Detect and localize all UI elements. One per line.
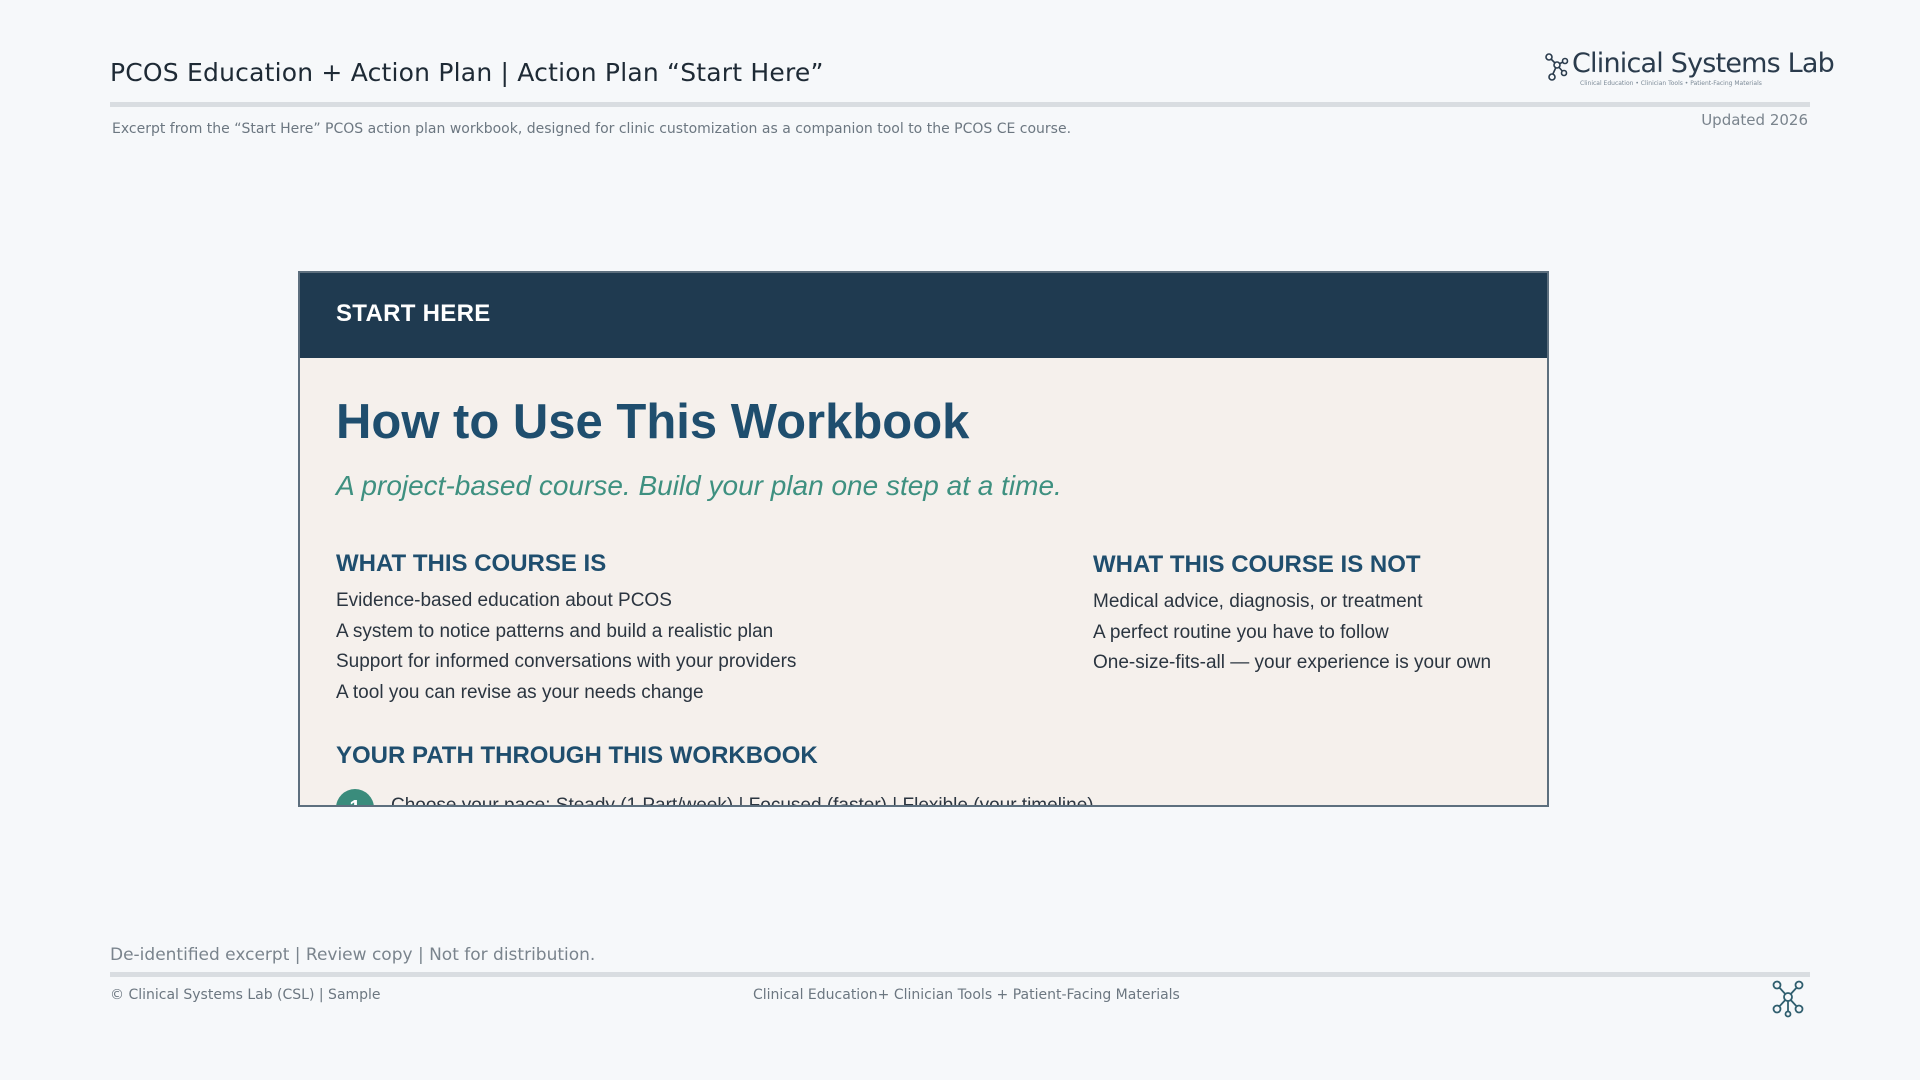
header-divider <box>110 102 1810 107</box>
path-heading: YOUR PATH THROUGH THIS WORKBOOK <box>336 742 818 769</box>
course-is-not-list: Medical advice, diagnosis, or treatment … <box>1093 587 1491 679</box>
footer-note: De-identified excerpt | Review copy | No… <box>110 945 596 965</box>
logo-tagline: Clinical Education • Clinician Tools • P… <box>1580 80 1762 87</box>
workbook-excerpt: START HERE How to Use This Workbook A pr… <box>298 271 1549 807</box>
copyright: © Clinical Systems Lab (CSL) | Sample <box>110 987 381 1003</box>
list-item: One-size-fits-all — your experience is y… <box>1093 652 1492 673</box>
molecule-network-icon <box>1772 980 1804 1018</box>
logo-name: Clinical Systems Lab <box>1572 48 1835 79</box>
list-item: A perfect routine you have to follow <box>1093 621 1389 643</box>
molecule-logo-icon <box>1545 53 1569 81</box>
course-is-column: WHAT THIS COURSE IS Evidence-based educa… <box>336 550 796 708</box>
updated-label: Updated 2026 <box>1701 111 1808 129</box>
course-is-not-column: WHAT THIS COURSE IS NOT Medical advice, … <box>1093 551 1491 679</box>
list-item: A tool you can revise as your needs chan… <box>336 681 704 703</box>
page-title: PCOS Education + Action Plan | Action Pl… <box>110 58 824 87</box>
course-is-heading: WHAT THIS COURSE IS <box>336 550 607 577</box>
excerpt-note: Excerpt from the “Start Here” PCOS actio… <box>112 121 1072 137</box>
step-number-badge: 1 <box>336 789 374 805</box>
list-item: Medical advice, diagnosis, or treatment <box>1093 591 1423 612</box>
csl-logo: Clinical Systems Lab Clinical Education … <box>1544 46 1835 92</box>
workbook-title: How to Use This Workbook <box>336 395 970 449</box>
workbook-subtitle: A project-based course. Build your plan … <box>336 470 1062 501</box>
course-is-list: Evidence-based education about PCOS A sy… <box>336 586 796 708</box>
section-band: START HERE <box>300 273 1547 358</box>
list-item: Evidence-based education about PCOS <box>336 590 672 611</box>
workbook-body: How to Use This Workbook A project-based… <box>300 358 1547 807</box>
step-text: Choose your pace: Steady (1 Part/week) |… <box>391 795 1094 807</box>
course-is-not-heading: WHAT THIS COURSE IS NOT <box>1093 551 1421 578</box>
list-item: A system to notice patterns and build a … <box>336 620 774 642</box>
footer-tagline: Clinical Education+ Clinician Tools + Pa… <box>753 987 1180 1003</box>
list-item: Support for informed conversations with … <box>336 651 797 672</box>
footer-divider <box>110 972 1810 977</box>
section-label: START HERE <box>336 300 491 327</box>
